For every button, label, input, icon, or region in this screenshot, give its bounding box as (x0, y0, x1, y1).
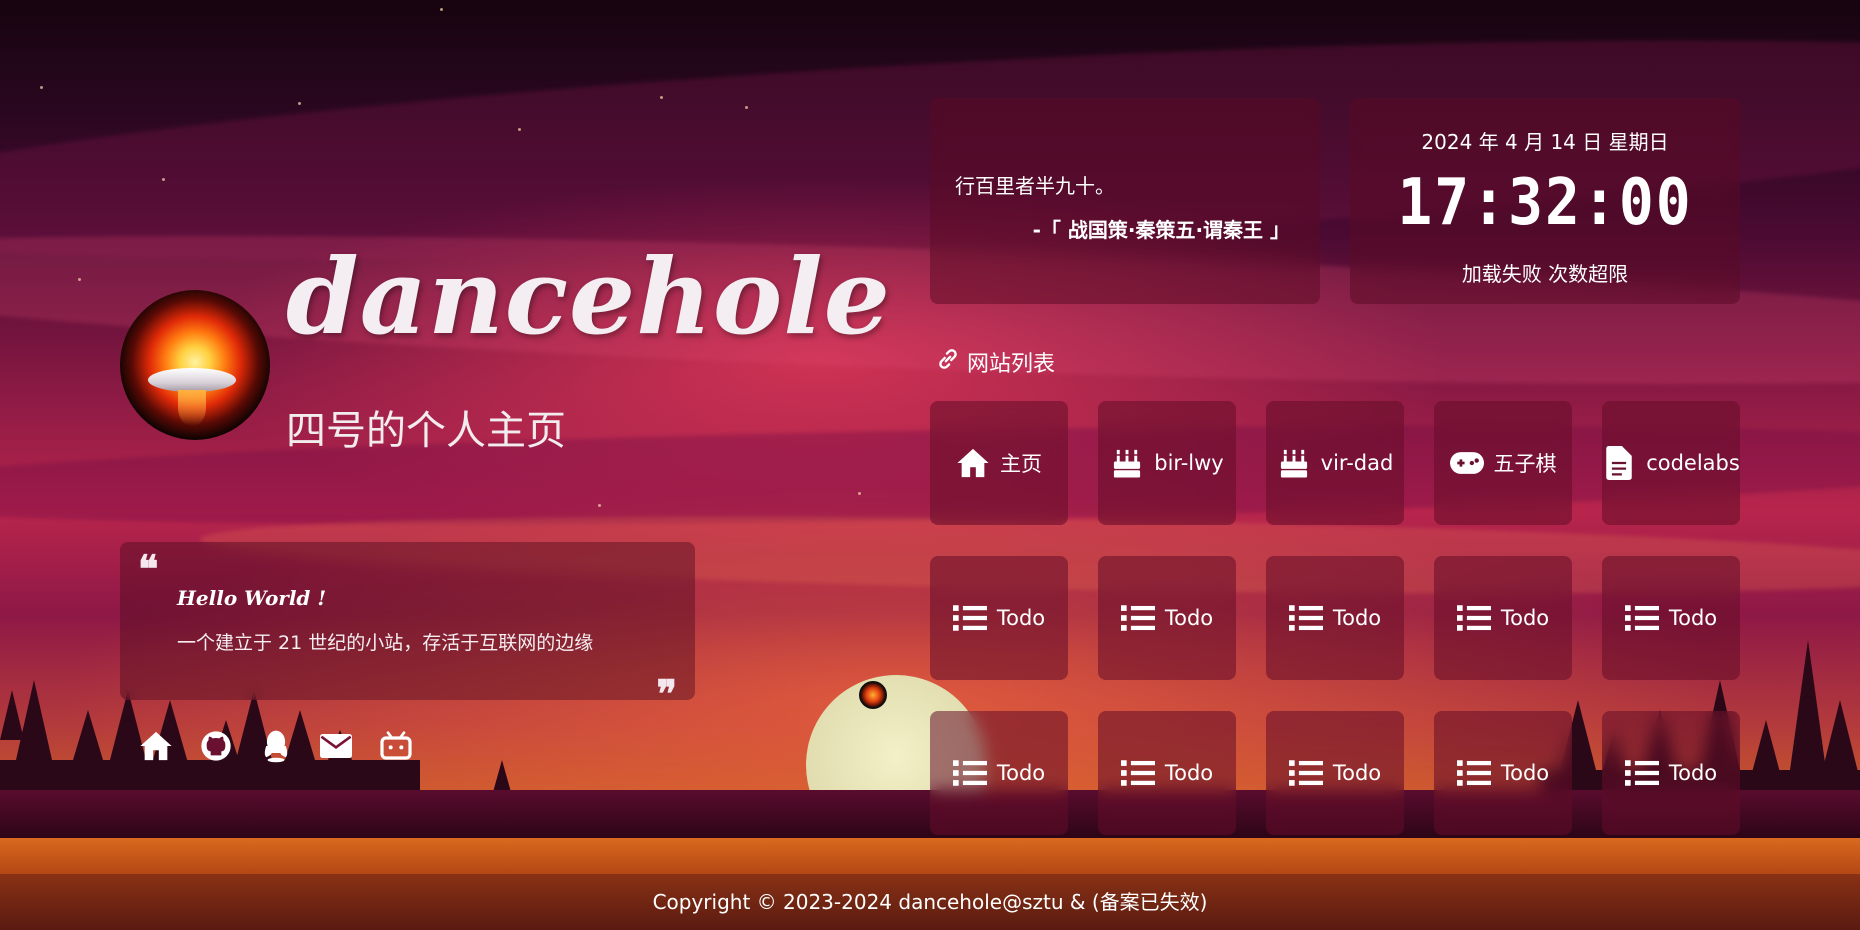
star (440, 8, 443, 11)
home-icon[interactable] (138, 728, 174, 764)
avatar-flame (178, 390, 206, 426)
bilibili-icon[interactable] (378, 728, 414, 764)
hitokoto-card[interactable]: 行百里者半九十。 -「 战国策·秦策五·谓秦王 」 (930, 98, 1320, 304)
github-icon[interactable] (198, 728, 234, 764)
copyright-text: Copyright © 2023-2024 dancehole@sztu & (… (652, 890, 1208, 914)
link-label: Todo (996, 761, 1046, 785)
list-icon (1624, 756, 1659, 790)
link-tile-gomoku[interactable]: 五子棋 (1434, 401, 1572, 525)
footer: Copyright © 2023-2024 dancehole@sztu & (… (0, 874, 1860, 930)
cake-icon (1277, 446, 1311, 480)
link-tile-todo[interactable]: Todo (1266, 556, 1404, 680)
list-icon (1456, 756, 1491, 790)
star (78, 278, 81, 281)
star (745, 106, 748, 109)
social-links (138, 728, 414, 764)
weather-status: 加载失败 次数超限 (1461, 262, 1629, 286)
link-label: codelabs (1646, 451, 1740, 475)
star (298, 102, 301, 105)
link-tile-vir-dad[interactable]: vir-dad (1266, 401, 1404, 525)
list-icon (1288, 756, 1323, 790)
hitokoto-text: 行百里者半九十。 (955, 174, 1115, 198)
link-label: Todo (1500, 606, 1550, 630)
list-icon (1456, 601, 1491, 635)
link-tile-home[interactable]: 主页 (930, 401, 1068, 525)
quote-open-icon: ❝ (138, 546, 159, 591)
links-title: 网站列表 (967, 352, 1056, 377)
date-text: 2024 年 4 月 14 日 星期日 (1421, 130, 1669, 154)
link-tile-todo[interactable]: Todo (1098, 711, 1236, 835)
home-icon (956, 446, 990, 480)
floating-avatar[interactable] (859, 681, 887, 709)
link-tile-todo[interactable]: Todo (930, 556, 1068, 680)
avatar-disk (148, 368, 236, 392)
star (598, 504, 601, 507)
link-label: bir-lwy (1154, 451, 1224, 475)
link-tile-codelabs[interactable]: codelabs (1602, 401, 1740, 525)
hitokoto-source: -「 战国策·秦策五·谓秦王 」 (1032, 218, 1290, 242)
site-name: dancehole (286, 235, 891, 358)
link-tile-todo[interactable]: Todo (930, 711, 1068, 835)
intro-title: Hello World ! (177, 586, 327, 610)
qq-icon[interactable] (258, 728, 294, 764)
star (858, 492, 861, 495)
link-tile-todo[interactable]: Todo (1602, 711, 1740, 835)
cake-icon (1110, 446, 1144, 480)
gamepad-icon (1449, 446, 1484, 480)
intro-text: 一个建立于 21 世纪的小站，存活于互联网的边缘 (177, 632, 594, 654)
link-label: Todo (1332, 606, 1382, 630)
site-subtitle: 四号的个人主页 (286, 408, 566, 454)
link-tile-bir-lwy[interactable]: bir-lwy (1098, 401, 1236, 525)
link-label: Todo (1164, 761, 1214, 785)
list-icon (952, 756, 987, 790)
time-weather-card: 2024 年 4 月 14 日 星期日 17:32:00 加载失败 次数超限 (1350, 98, 1740, 304)
star (518, 128, 521, 131)
list-icon (1120, 756, 1155, 790)
link-tile-todo[interactable]: Todo (1434, 556, 1572, 680)
link-label: Todo (996, 606, 1046, 630)
quote-close-icon: ❞ (656, 671, 677, 716)
links-section-title: 网站列表 (935, 346, 1055, 378)
avatar[interactable] (120, 290, 270, 440)
link-label: Todo (1332, 761, 1382, 785)
link-label: Todo (1164, 606, 1214, 630)
star (162, 178, 165, 181)
link-tile-todo[interactable]: Todo (1602, 556, 1740, 680)
intro-card: ❝ Hello World ! 一个建立于 21 世纪的小站，存活于互联网的边缘… (120, 542, 695, 716)
link-label: Todo (1668, 606, 1718, 630)
list-icon (1624, 601, 1659, 635)
clock: 17:32:00 (1397, 164, 1693, 240)
link-tile-todo[interactable]: Todo (1434, 711, 1572, 835)
link-label: Todo (1668, 761, 1718, 785)
link-tile-todo[interactable]: Todo (1266, 711, 1404, 835)
email-icon[interactable] (318, 728, 354, 764)
link-label: 五子棋 (1493, 452, 1557, 476)
list-icon (1120, 601, 1155, 635)
link-label: 主页 (1000, 452, 1042, 476)
list-icon (1288, 601, 1323, 635)
file-icon (1602, 446, 1636, 480)
link-label: Todo (1500, 761, 1550, 785)
link-label: vir-dad (1320, 451, 1394, 475)
star (40, 86, 43, 89)
link-tile-todo[interactable]: Todo (1098, 556, 1236, 680)
star (660, 96, 663, 99)
link-icon (935, 346, 961, 378)
list-icon (952, 601, 987, 635)
